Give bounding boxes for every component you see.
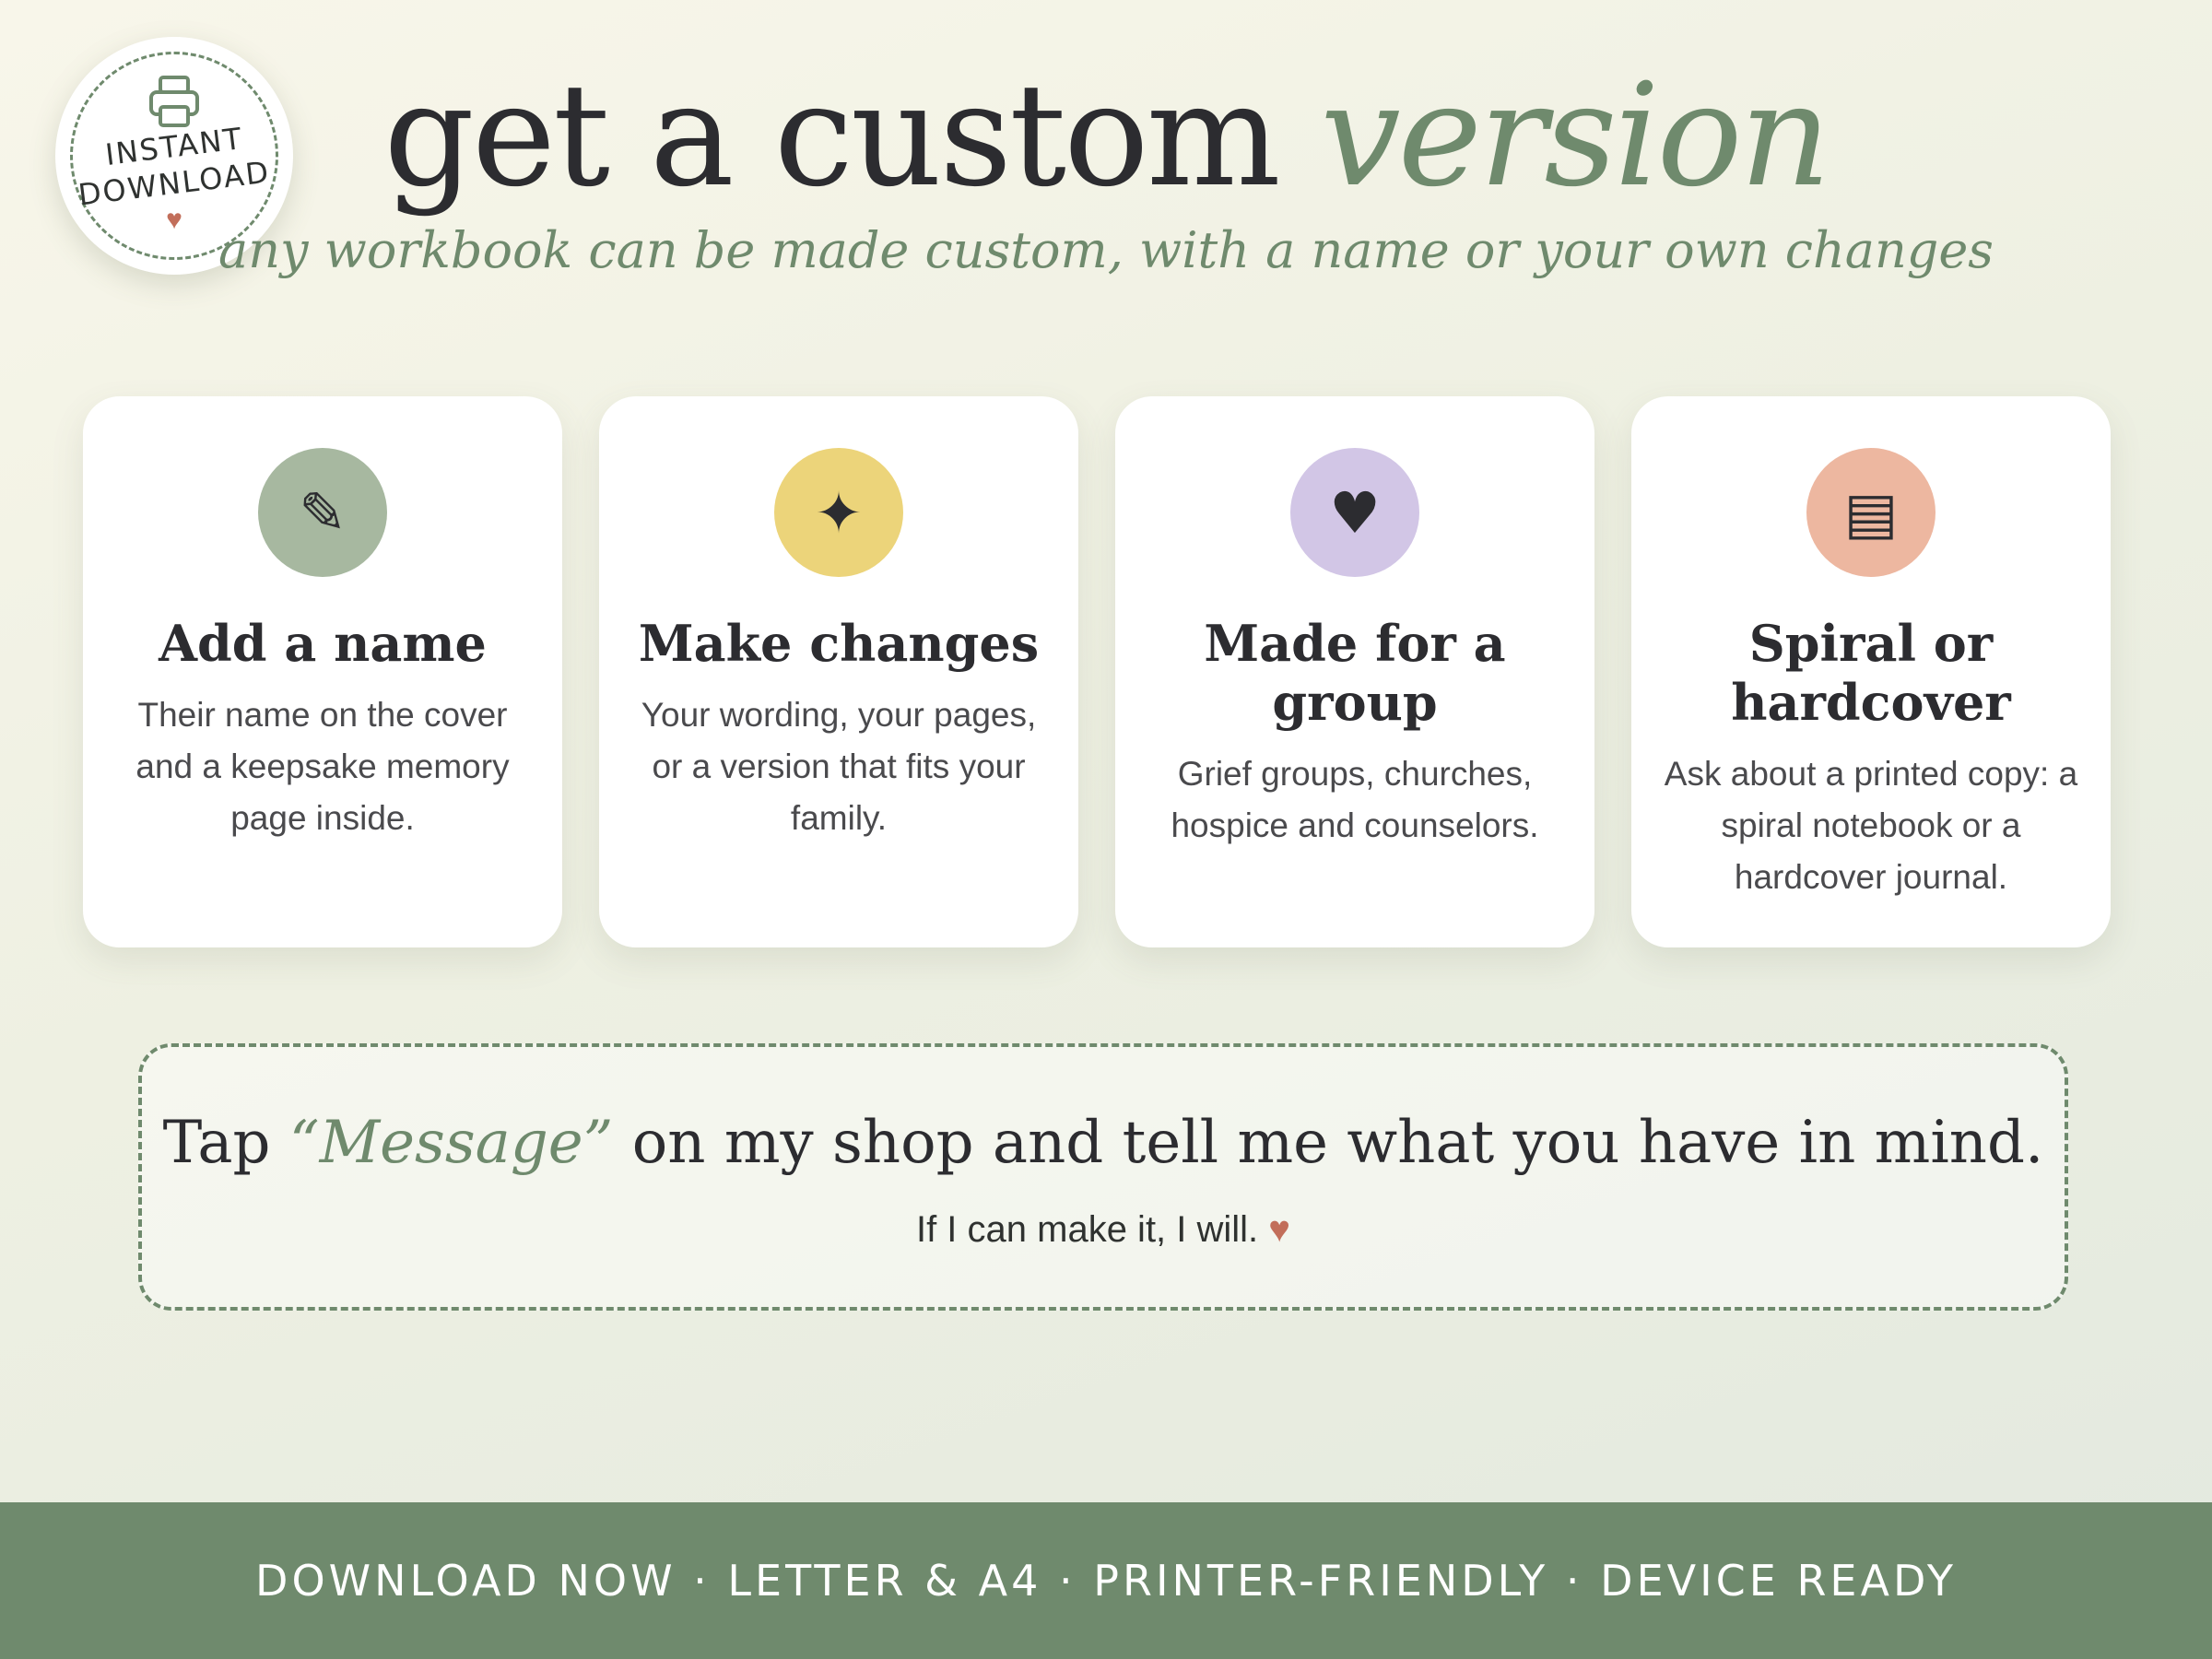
card-title: Spiral or hardcover — [1731, 614, 2011, 732]
message-link-text: “Message” — [288, 1109, 614, 1177]
heart-icon: ♥ — [1290, 448, 1419, 577]
footer-band: DOWNLOAD NOW · LETTER & A4 · PRINTER-FRI… — [0, 1502, 2212, 1659]
message-subtext: If I can make it, I will. ♥ — [142, 1204, 2065, 1255]
card-description: Grief groups, churches, hospice and coun… — [1171, 755, 1539, 844]
page-title-accent: version — [1320, 53, 1831, 218]
message-before: Tap — [162, 1109, 271, 1177]
card-title: Make changes — [638, 614, 1040, 673]
message-after: on my shop and tell me what you have in … — [631, 1109, 2044, 1177]
message-callout: Tap “Message” on my shop and tell me wha… — [138, 1043, 2068, 1311]
feature-card-add-name: ✎ Add a name Their name on the cover and… — [83, 396, 562, 947]
message-headline: Tap “Message” on my shop and tell me wha… — [142, 1106, 2065, 1180]
feature-card-make-changes: ✦ Make changes Your wording, your pages,… — [599, 396, 1078, 947]
card-title: Made for a group — [1204, 614, 1506, 732]
footer-text: DOWNLOAD NOW · LETTER & A4 · PRINTER-FRI… — [255, 1556, 1957, 1606]
message-sub-text: If I can make it, I will. — [915, 1209, 1259, 1250]
heart-icon: ♥ — [1268, 1209, 1291, 1250]
card-title: Add a name — [159, 614, 487, 673]
page-subtitle: any workbook can be made custom, with a … — [218, 221, 1994, 279]
pencil-icon: ✎ — [258, 448, 387, 577]
card-description: Their name on the cover and a keepsake m… — [135, 696, 510, 837]
card-description: Your wording, your pages, or a version t… — [641, 696, 1037, 837]
notebook-icon: ▤ — [1806, 448, 1936, 577]
feature-card-spiral-hardcover: ▤ Spiral or hardcover Ask about a printe… — [1631, 396, 2111, 947]
page-title-main: get a custom — [383, 53, 1280, 218]
feature-card-group: ♥ Made for a group Grief groups, churche… — [1115, 396, 1594, 947]
sparkle-icon: ✦ — [774, 448, 903, 577]
page-title: get a custom version — [0, 53, 2212, 219]
card-description: Ask about a printed copy: a spiral noteb… — [1664, 755, 2078, 896]
